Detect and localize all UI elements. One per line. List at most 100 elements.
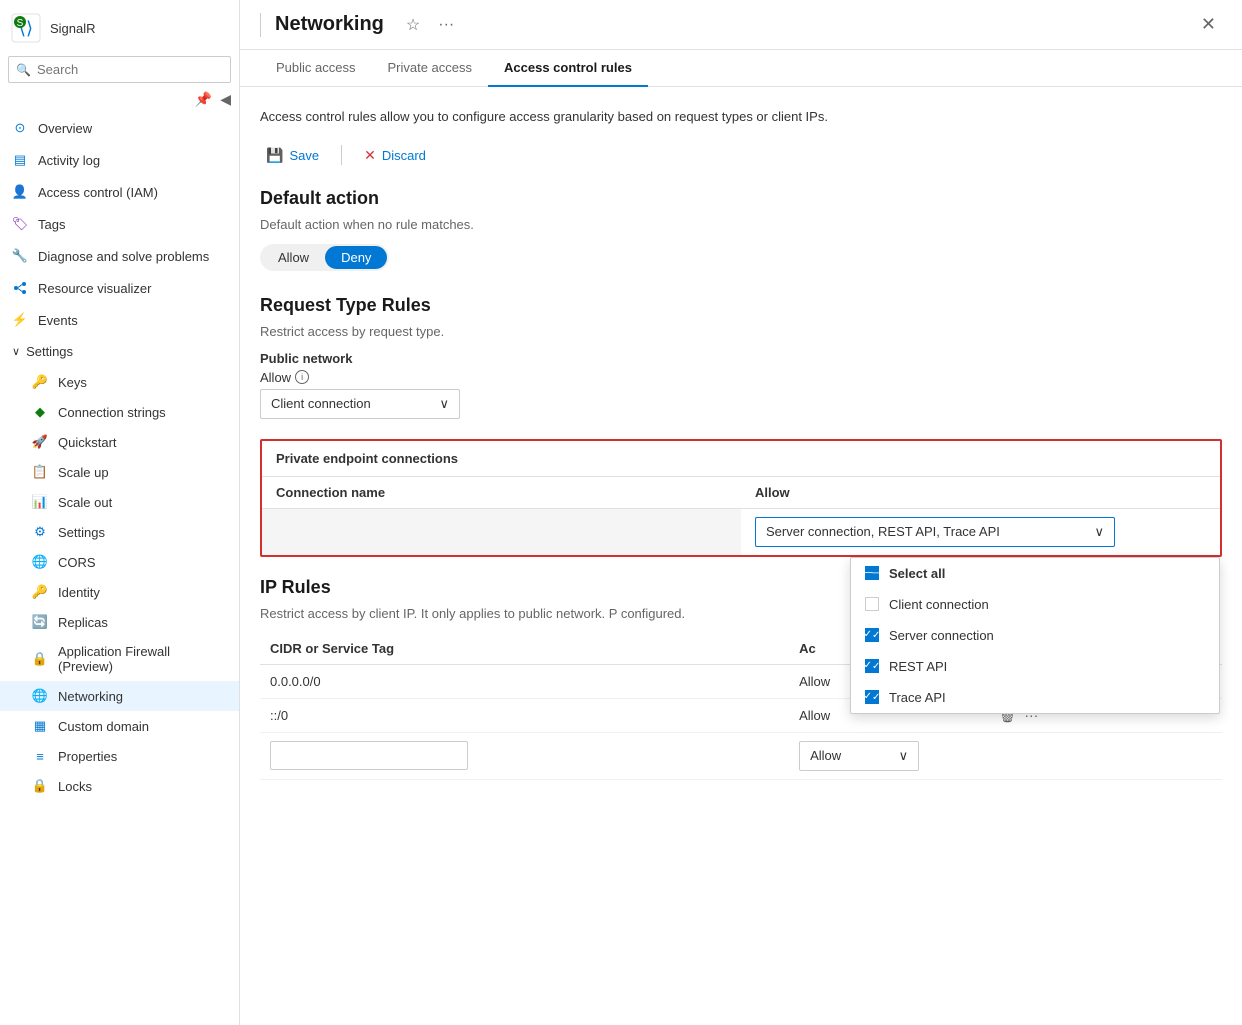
request-type-rules-title: Request Type Rules bbox=[260, 295, 1222, 316]
toggle-allow[interactable]: Allow bbox=[262, 246, 325, 269]
search-icon: 🔍 bbox=[16, 63, 31, 77]
tab-access-control-rules[interactable]: Access control rules bbox=[488, 50, 648, 87]
close-button[interactable]: ✕ bbox=[1195, 12, 1222, 37]
sidebar-item-quickstart-label: Quickstart bbox=[58, 435, 117, 450]
ip-new-action-cell: Allow ∨ bbox=[789, 732, 1222, 779]
settings-section-header[interactable]: ∨ Settings bbox=[0, 336, 239, 367]
tab-private-access[interactable]: Private access bbox=[371, 50, 488, 87]
title-bar: Networking ☆ ··· ✕ bbox=[240, 0, 1242, 50]
sidebar-item-diagnose[interactable]: 🔧 Diagnose and solve problems bbox=[0, 240, 239, 272]
tabs-bar: Public access Private access Access cont… bbox=[240, 50, 1242, 87]
sidebar-item-events[interactable]: ⚡ Events bbox=[0, 304, 239, 336]
sidebar-item-events-label: Events bbox=[38, 313, 78, 328]
search-input[interactable] bbox=[8, 56, 231, 83]
server-connection-checkbox[interactable]: ✓ bbox=[865, 628, 879, 642]
main-content: Access control rules allow you to config… bbox=[240, 87, 1242, 1025]
content-description: Access control rules allow you to config… bbox=[260, 107, 1222, 127]
sidebar-item-overview[interactable]: ⊙ Overview bbox=[0, 112, 239, 144]
sidebar-item-connection-strings[interactable]: ◆ Connection strings bbox=[0, 397, 239, 427]
sidebar-item-cors[interactable]: 🌐 CORS bbox=[0, 547, 239, 577]
save-button[interactable]: 💾 Save bbox=[260, 143, 325, 168]
toggle-deny[interactable]: Deny bbox=[325, 246, 387, 269]
sidebar-item-replicas[interactable]: 🔄 Replicas bbox=[0, 607, 239, 637]
app-firewall-icon: 🔒 bbox=[32, 651, 48, 667]
ip-new-cidr-cell bbox=[260, 732, 789, 779]
sidebar-item-app-firewall[interactable]: 🔒 Application Firewall (Preview) bbox=[0, 637, 239, 681]
locks-icon: 🔒 bbox=[32, 778, 48, 794]
title-divider bbox=[260, 13, 261, 37]
favorite-button[interactable]: ☆ bbox=[402, 13, 424, 37]
sidebar-item-tags[interactable]: 🏷 Tags bbox=[0, 208, 239, 240]
menu-item-trace-api[interactable]: ✓ Trace API bbox=[851, 682, 1219, 713]
events-icon: ⚡ bbox=[12, 312, 28, 328]
sidebar-item-identity[interactable]: 🔑 Identity bbox=[0, 577, 239, 607]
settings-icon: ⚙ bbox=[32, 524, 48, 540]
content-toolbar: 💾 Save ✕ Discard bbox=[260, 143, 1222, 168]
sidebar-item-custom-domain[interactable]: ▦ Custom domain bbox=[0, 711, 239, 741]
discard-icon: ✕ bbox=[364, 147, 376, 164]
sidebar-item-networking-label: Networking bbox=[58, 689, 123, 704]
keys-icon: 🔑 bbox=[32, 374, 48, 390]
menu-item-client-connection[interactable]: Client connection bbox=[851, 589, 1219, 620]
sidebar-item-keys[interactable]: 🔑 Keys bbox=[0, 367, 239, 397]
sidebar-item-settings-label: Settings bbox=[58, 525, 105, 540]
sidebar-item-app-firewall-label: Application Firewall (Preview) bbox=[58, 644, 227, 674]
signalr-logo-icon: ⟨⟩ S bbox=[10, 12, 42, 44]
replicas-icon: 🔄 bbox=[32, 614, 48, 630]
sidebar-item-resource-visualizer[interactable]: Resource visualizer bbox=[0, 272, 239, 304]
menu-item-select-all[interactable]: ─ Select all bbox=[851, 558, 1219, 589]
sidebar-header: ⟨⟩ S SignalR bbox=[0, 0, 239, 56]
sidebar-item-activity-log[interactable]: ▤ Activity log bbox=[0, 144, 239, 176]
endpoint-allow-dropdown[interactable]: Server connection, REST API, Trace API ∨ bbox=[755, 517, 1115, 547]
menu-item-server-connection[interactable]: ✓ Server connection bbox=[851, 620, 1219, 651]
request-type-rules-description: Restrict access by request type. bbox=[260, 324, 1222, 339]
sidebar-item-locks-label: Locks bbox=[58, 779, 92, 794]
sidebar-item-settings[interactable]: ⚙ Settings bbox=[0, 517, 239, 547]
pin-icon[interactable]: 📌 bbox=[195, 91, 212, 108]
sidebar-item-scale-up-label: Scale up bbox=[58, 465, 109, 480]
col-connection-name: Connection name bbox=[262, 477, 741, 509]
settings-section-label: Settings bbox=[26, 344, 73, 359]
save-icon: 💾 bbox=[266, 147, 283, 164]
sidebar-item-networking[interactable]: 🌐 Networking bbox=[0, 681, 239, 711]
identity-icon: 🔑 bbox=[32, 584, 48, 600]
new-ip-action-dropdown[interactable]: Allow ∨ bbox=[799, 741, 919, 771]
sidebar: ⟨⟩ S SignalR 🔍 📌 ◀ ⊙ Overview ▤ Activity… bbox=[0, 0, 240, 1025]
endpoint-allow-cell: Server connection, REST API, Trace API ∨… bbox=[741, 508, 1220, 555]
activity-log-icon: ▤ bbox=[12, 152, 28, 168]
sidebar-item-tags-label: Tags bbox=[38, 217, 65, 232]
default-action-description: Default action when no rule matches. bbox=[260, 217, 1222, 232]
tab-public-access[interactable]: Public access bbox=[260, 50, 371, 87]
col-allow: Allow bbox=[741, 477, 1220, 509]
sidebar-item-locks[interactable]: 🔒 Locks bbox=[0, 771, 239, 801]
discard-button[interactable]: ✕ Discard bbox=[358, 143, 432, 168]
sidebar-item-cors-label: CORS bbox=[58, 555, 96, 570]
sidebar-item-replicas-label: Replicas bbox=[58, 615, 108, 630]
rest-api-checkbox[interactable]: ✓ bbox=[865, 659, 879, 673]
page-title: Networking bbox=[275, 13, 384, 36]
sidebar-item-resource-visualizer-label: Resource visualizer bbox=[38, 281, 151, 296]
sidebar-item-scale-out[interactable]: 📊 Scale out bbox=[0, 487, 239, 517]
allow-info-icon[interactable]: i bbox=[295, 370, 309, 384]
sidebar-item-quickstart[interactable]: 🚀 Quickstart bbox=[0, 427, 239, 457]
client-connection-checkbox[interactable] bbox=[865, 597, 879, 611]
new-ip-input[interactable] bbox=[270, 741, 468, 770]
public-network-dropdown-chevron: ∨ bbox=[439, 396, 449, 412]
sidebar-item-properties[interactable]: ≡ Properties bbox=[0, 741, 239, 771]
custom-domain-icon: ▦ bbox=[32, 718, 48, 734]
title-actions: ☆ ··· bbox=[402, 13, 458, 37]
select-all-checkbox[interactable]: ─ bbox=[865, 566, 879, 580]
scale-up-icon: 📋 bbox=[32, 464, 48, 480]
public-network-dropdown[interactable]: Client connection ∨ bbox=[260, 389, 460, 419]
default-action-toggle[interactable]: Allow Deny bbox=[260, 244, 389, 271]
trace-api-checkbox[interactable]: ✓ bbox=[865, 690, 879, 704]
allow-label: Allow i bbox=[260, 370, 1222, 385]
menu-item-rest-api[interactable]: ✓ REST API bbox=[851, 651, 1219, 682]
more-actions-button[interactable]: ··· bbox=[434, 14, 458, 36]
collapse-icon[interactable]: ◀ bbox=[220, 91, 231, 108]
sidebar-item-custom-domain-label: Custom domain bbox=[58, 719, 149, 734]
sidebar-item-scale-up[interactable]: 📋 Scale up bbox=[0, 457, 239, 487]
access-control-icon: 👤 bbox=[12, 184, 28, 200]
sidebar-item-access-control[interactable]: 👤 Access control (IAM) bbox=[0, 176, 239, 208]
sidebar-item-identity-label: Identity bbox=[58, 585, 100, 600]
